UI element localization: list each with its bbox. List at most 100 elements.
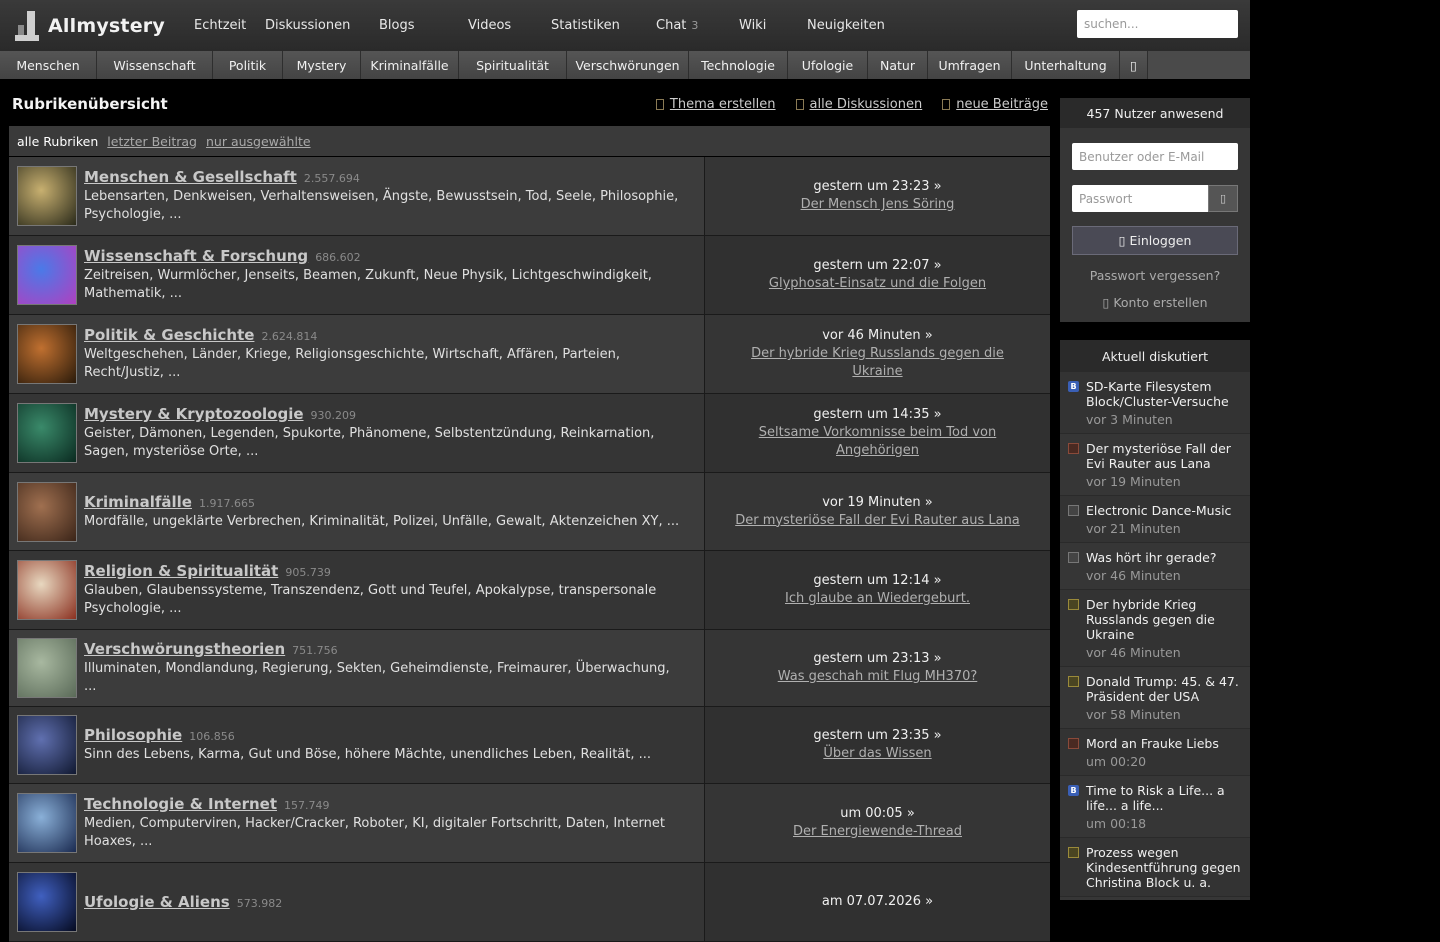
discussed-title[interactable]: Electronic Dance-Music — [1086, 503, 1231, 518]
filter-selected[interactable]: nur ausgewählte — [206, 134, 311, 149]
rubric-text: Religion & Spiritualität 905.739 Glauben, … — [84, 562, 684, 618]
last-post-time[interactable]: am 07.07.2026 » — [822, 893, 933, 911]
discussed-title[interactable]: Was hört ihr gerade? — [1086, 550, 1216, 565]
discussed-title[interactable]: Der hybride Krieg Russlands gegen die Uk… — [1086, 597, 1244, 642]
rubric-thumbnail[interactable] — [17, 560, 77, 620]
create-topic-link[interactable]: Thema erstellen — [655, 97, 776, 112]
category-7[interactable]: Technologie — [689, 51, 788, 79]
last-post-time[interactable]: gestern um 23:23 » — [813, 178, 941, 196]
nav-echtzeit[interactable]: Echtzeit — [180, 0, 253, 51]
rubric-thumbnail[interactable] — [17, 715, 77, 775]
discussed-item[interactable]: B Time to Risk a Life... a life... a life… — [1060, 776, 1250, 838]
nav-wiki[interactable]: Wiki — [725, 0, 793, 51]
all-discussions-link[interactable]: alle Diskussionen — [795, 97, 922, 112]
rubric-title[interactable]: Kriminalfälle — [84, 493, 192, 511]
last-post-time[interactable]: vor 19 Minuten » — [822, 494, 933, 512]
last-post-topic[interactable]: Glyphosat-Einsatz und die Folgen — [769, 275, 986, 293]
category-6[interactable]: Verschwörungen — [567, 51, 689, 79]
discussed-title[interactable]: Donald Trump: 45. & 47. Präsident der US… — [1086, 674, 1244, 704]
discussed-title[interactable]: SD-Karte Filesystem Block/Cluster-Versuc… — [1086, 379, 1244, 409]
forum-thread-icon — [1068, 552, 1079, 563]
rubric-title[interactable]: Religion & Spiritualität — [84, 562, 278, 580]
nav-chat[interactable]: Chat 3 — [642, 0, 725, 51]
discussed-item[interactable]: Was hört ihr gerade? vor 46 Minuten — [1060, 543, 1250, 590]
discussed-item[interactable]: Donald Trump: 45. & 47. Präsident der US… — [1060, 667, 1250, 729]
last-post-topic[interactable]: Der Mensch Jens Söring — [801, 196, 955, 214]
rubric-thumbnail[interactable] — [17, 245, 77, 305]
filter-all[interactable]: alle Rubriken — [17, 134, 98, 149]
new-posts-link[interactable]: neue Beiträge — [942, 97, 1048, 112]
rubric-thumbnail[interactable] — [17, 403, 77, 463]
username-field[interactable] — [1072, 143, 1238, 170]
last-post-time[interactable]: um 00:05 » — [840, 805, 915, 823]
forgot-password-link[interactable]: Passwort vergessen? — [1060, 268, 1250, 283]
discussed-item[interactable]: Electronic Dance-Music vor 21 Minuten — [1060, 496, 1250, 543]
rubric-thumbnail[interactable] — [17, 166, 77, 226]
rubric-thumbnail[interactable] — [17, 793, 77, 853]
discussed-item[interactable]: Der mysteriöse Fall der Evi Rauter aus L… — [1060, 434, 1250, 496]
rubric-title[interactable]: Politik & Geschichte — [84, 326, 254, 344]
category-11[interactable]: Unterhaltung — [1012, 51, 1120, 79]
discussed-text: Mord an Frauke Liebs um 00:20 — [1086, 736, 1219, 769]
last-post-time[interactable]: gestern um 14:35 » — [813, 406, 941, 424]
discussed-title[interactable]: Prozess wegen Kindesentführung gegen Chr… — [1086, 845, 1244, 890]
category-8[interactable]: Ufologie — [788, 51, 868, 79]
show-password-icon[interactable]: ▯ — [1208, 185, 1238, 212]
last-post-topic[interactable]: Über das Wissen — [823, 745, 931, 763]
discussed-item[interactable]: Mord an Frauke Liebs um 00:20 — [1060, 729, 1250, 776]
category-10[interactable]: Umfragen — [928, 51, 1012, 79]
last-post-time[interactable]: gestern um 12:14 » — [813, 572, 941, 590]
rubric-title[interactable]: Verschwörungstheorien — [84, 640, 285, 658]
last-post-time[interactable]: gestern um 23:13 » — [813, 650, 941, 668]
category-12[interactable]: ▯ — [1120, 51, 1148, 79]
rubric-row: Mystery & Kryptozoologie 930.209 Geister, … — [9, 394, 1050, 473]
rubric-title[interactable]: Ufologie & Aliens — [84, 893, 230, 911]
rubric-title[interactable]: Mystery & Kryptozoologie — [84, 405, 304, 423]
discussed-title[interactable]: Mord an Frauke Liebs — [1086, 736, 1219, 751]
category-1[interactable]: Wissenschaft — [97, 51, 213, 79]
nav-statistiken[interactable]: Statistiken — [539, 0, 642, 51]
register-link[interactable]: ▯ Konto erstellen — [1060, 295, 1250, 310]
last-post-topic[interactable]: Der hybride Krieg Russlands gegen die Uk… — [728, 345, 1028, 381]
discussed-item[interactable]: Prozess wegen Kindesentführung gegen Chr… — [1060, 838, 1250, 897]
filter-last-post[interactable]: letzter Beitrag — [107, 134, 197, 149]
discussed-title[interactable]: Der mysteriöse Fall der Evi Rauter aus L… — [1086, 441, 1244, 471]
discussed-text: Was hört ihr gerade? vor 46 Minuten — [1086, 550, 1216, 583]
last-post-topic[interactable]: Der mysteriöse Fall der Evi Rauter aus L… — [735, 512, 1020, 530]
discussed-item[interactable]: Der hybride Krieg Russlands gegen die Uk… — [1060, 590, 1250, 667]
category-2[interactable]: Politik — [213, 51, 283, 79]
last-post-topic[interactable]: Ich glaube an Wiedergeburt. — [785, 590, 970, 608]
last-post-topic[interactable]: Der Energiewende-Thread — [793, 823, 962, 841]
rubric-title-line: Mystery & Kryptozoologie 930.209 — [84, 405, 684, 423]
category-3[interactable]: Mystery — [283, 51, 361, 79]
category-9[interactable]: Natur — [868, 51, 928, 79]
last-post-time[interactable]: vor 46 Minuten » — [822, 327, 933, 345]
last-post-time[interactable]: gestern um 22:07 » — [813, 257, 941, 275]
login-button[interactable]: ▯ Einloggen — [1072, 226, 1238, 255]
rubric-title[interactable]: Philosophie — [84, 726, 182, 744]
logo[interactable]: Allmystery — [0, 0, 180, 51]
rubric-thumbnail[interactable] — [17, 872, 77, 932]
forum-thread-icon — [1068, 847, 1079, 858]
rubric-title[interactable]: Menschen & Gesellschaft — [84, 168, 297, 186]
discussed-item[interactable]: B SD-Karte Filesystem Block/Cluster-Versu… — [1060, 372, 1250, 434]
category-0[interactable]: Menschen — [0, 51, 97, 79]
rubric-thumbnail[interactable] — [17, 481, 77, 542]
rubric-title[interactable]: Wissenschaft & Forschung — [84, 247, 308, 265]
nav-diskussionen[interactable]: Diskussionen — [253, 0, 365, 51]
nav-neuigkeiten[interactable]: Neuigkeiten — [793, 0, 897, 51]
discussed-text: Electronic Dance-Music vor 21 Minuten — [1086, 503, 1231, 536]
last-post-time[interactable]: gestern um 23:35 » — [813, 727, 941, 745]
last-post-topic[interactable]: Was geschah mit Flug MH370? — [778, 668, 978, 686]
rubric-title[interactable]: Technologie & Internet — [84, 795, 277, 813]
rubric-thumbnail[interactable] — [17, 324, 77, 384]
nav-videos[interactable]: Videos — [454, 0, 539, 51]
rubric-thumbnail[interactable] — [17, 638, 77, 698]
nav-blogs[interactable]: Blogs — [365, 0, 454, 51]
search-input[interactable] — [1077, 10, 1238, 38]
main-header: Rubrikenübersicht Thema erstellen alle D… — [12, 92, 1048, 116]
last-post-topic[interactable]: Seltsame Vorkomnisse beim Tod von Angehö… — [728, 424, 1028, 460]
category-5[interactable]: Spiritualität — [459, 51, 567, 79]
discussed-title[interactable]: Time to Risk a Life... a life... a life.… — [1086, 783, 1244, 813]
category-4[interactable]: Kriminalfälle — [361, 51, 459, 79]
